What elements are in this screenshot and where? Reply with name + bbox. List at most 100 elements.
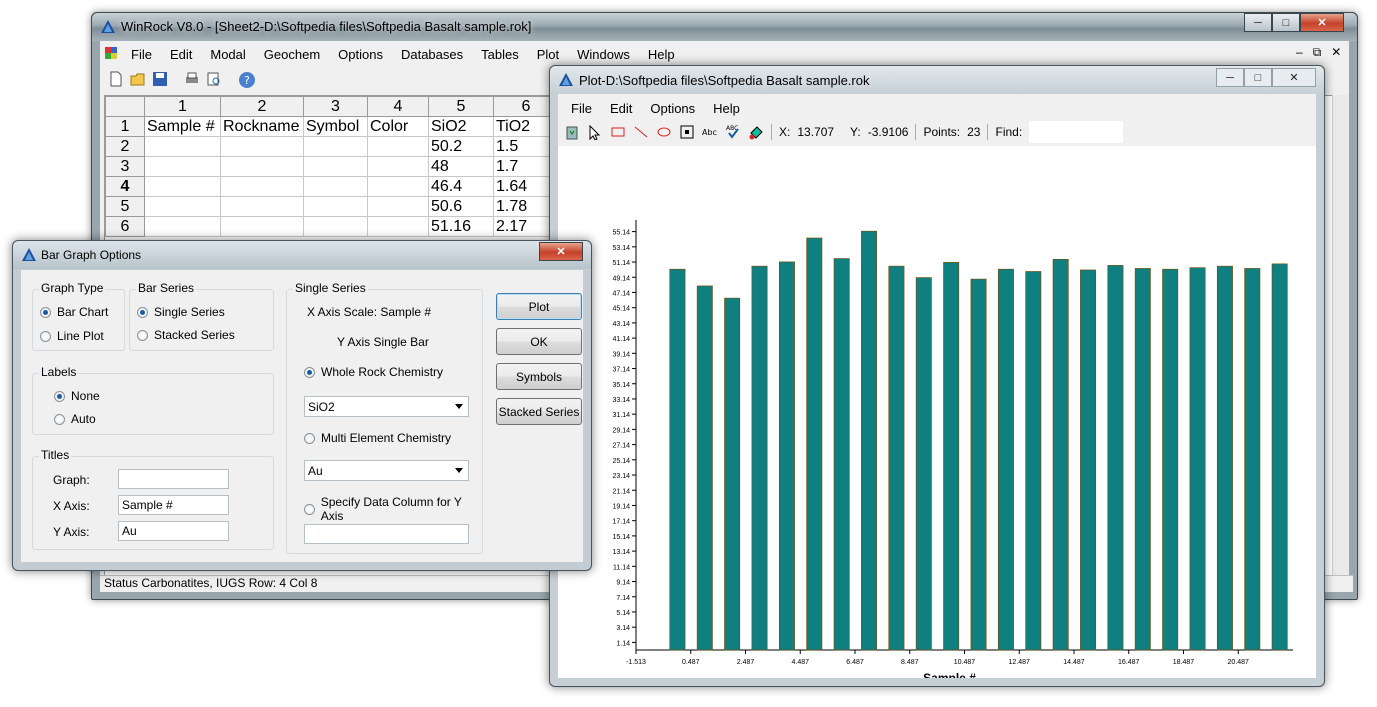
specify-column-input[interactable] (304, 524, 469, 544)
grid-cell[interactable] (303, 196, 368, 217)
radio-button[interactable] (40, 330, 51, 342)
menu-help[interactable]: Help (639, 47, 684, 62)
main-titlebar[interactable]: WinRock V8.0 - [Sheet2-D:\Softpedia file… (92, 13, 1357, 41)
radio-button[interactable] (137, 329, 148, 341)
radio-stacked-series[interactable]: Stacked Series (137, 328, 235, 342)
save-icon[interactable] (152, 71, 168, 87)
symbols-button[interactable]: Symbols (496, 363, 582, 390)
grid-cell[interactable] (220, 156, 304, 177)
grid-cell[interactable]: Rockname (220, 116, 304, 137)
grid-cell[interactable] (367, 176, 429, 197)
radio-button[interactable] (54, 390, 65, 402)
mdi-restore-icon[interactable]: ⧉ (1313, 45, 1322, 60)
menu-edit[interactable]: Edit (161, 47, 201, 62)
open-folder-icon[interactable] (130, 71, 146, 87)
row-header[interactable]: 6 (105, 216, 145, 237)
grid-cell[interactable]: 50.6 (428, 196, 494, 217)
radio-button[interactable] (304, 503, 315, 515)
text-abc-icon[interactable]: Abc (702, 124, 718, 140)
mdi-close-icon[interactable]: ✕ (1331, 45, 1341, 60)
color-fill-icon[interactable] (748, 124, 764, 140)
grid-cell[interactable]: Color (367, 116, 429, 137)
plot-button[interactable]: Plot (496, 293, 582, 320)
radio-labels-auto[interactable]: Auto (54, 412, 96, 426)
print-icon[interactable] (184, 71, 200, 87)
plot-maximize-button[interactable]: □ (1244, 68, 1272, 87)
spell-check-icon[interactable]: ABC (725, 124, 741, 140)
col-header[interactable]: 1 (144, 96, 221, 117)
menu-tables[interactable]: Tables (472, 47, 528, 62)
grid-corner[interactable] (105, 96, 145, 117)
grid-cell[interactable] (144, 196, 221, 217)
xaxis-title-input[interactable] (118, 495, 229, 515)
recycle-icon[interactable] (564, 124, 580, 140)
mdi-minimize-icon[interactable]: – (1296, 45, 1303, 60)
col-header[interactable]: 4 (367, 96, 429, 117)
bar-chart[interactable]: 55.14 53.14 51.14 49.14 47.14 45.14 43.14 41.14… (558, 146, 1316, 685)
col-header[interactable]: 5 (428, 96, 494, 117)
grid-cell[interactable] (220, 136, 304, 157)
find-input[interactable] (1029, 121, 1124, 143)
radio-button[interactable] (304, 432, 315, 444)
data-grid[interactable]: 1 2 3 4 5 6 1 Sample # Rockname Symbol C… (105, 96, 559, 237)
grid-cell[interactable] (144, 136, 221, 157)
radio-bar-chart[interactable]: Bar Chart (40, 305, 108, 319)
print-preview-icon[interactable] (206, 71, 222, 87)
plot-minimize-button[interactable]: ─ (1216, 68, 1244, 87)
grid-cell[interactable]: Sample # (144, 116, 221, 137)
line-icon[interactable] (633, 124, 649, 140)
col-header[interactable]: 2 (220, 96, 304, 117)
menu-databases[interactable]: Databases (392, 47, 472, 62)
menu-windows[interactable]: Windows (568, 47, 639, 62)
radio-button[interactable] (137, 306, 148, 318)
multi-element-select[interactable]: Au (304, 460, 469, 481)
frame-icon[interactable] (679, 124, 695, 140)
mdi-doc-icon[interactable] (100, 46, 122, 63)
pointer-icon[interactable] (587, 124, 603, 141)
ok-button[interactable]: OK (496, 328, 582, 355)
grid-cell[interactable] (220, 216, 304, 237)
grid-cell[interactable] (303, 156, 368, 177)
row-header[interactable]: 4 (105, 176, 145, 197)
plot-menu-file[interactable]: File (562, 101, 601, 116)
minimize-button[interactable]: ─ (1244, 13, 1272, 32)
grid-cell[interactable] (220, 196, 304, 217)
grid-cell[interactable] (367, 216, 429, 237)
radio-labels-none[interactable]: None (54, 389, 100, 403)
menu-options[interactable]: Options (329, 47, 392, 62)
radio-button[interactable] (40, 306, 51, 318)
grid-cell[interactable] (303, 136, 368, 157)
grid-cell[interactable] (220, 176, 304, 197)
plot-titlebar[interactable]: Plot-D:\Softpedia files\Softpedia Basalt… (550, 66, 1324, 94)
grid-cell[interactable]: 46.4 (428, 176, 494, 197)
grid-cell[interactable] (367, 156, 429, 177)
radio-line-plot[interactable]: Line Plot (40, 329, 104, 343)
maximize-button[interactable]: □ (1272, 13, 1300, 32)
menu-geochem[interactable]: Geochem (255, 47, 329, 62)
grid-cell[interactable]: 48 (428, 156, 494, 177)
plot-menu-edit[interactable]: Edit (601, 101, 641, 116)
plot-menu-help[interactable]: Help (704, 101, 749, 116)
grid-cell[interactable]: 50.2 (428, 136, 494, 157)
radio-button[interactable] (54, 413, 65, 425)
row-header[interactable]: 1 (105, 116, 145, 137)
grid-cell[interactable]: 51.16 (428, 216, 494, 237)
whole-rock-select[interactable]: SiO2 (304, 396, 469, 417)
grid-cell[interactable]: SiO2 (428, 116, 494, 137)
close-button[interactable]: ✕ (1300, 13, 1344, 32)
radio-multi-element[interactable]: Multi Element Chemistry (304, 431, 451, 445)
grid-cell[interactable]: Symbol (303, 116, 368, 137)
radio-button[interactable] (304, 366, 315, 378)
plot-close-button[interactable]: ✕ (1272, 68, 1316, 87)
grid-cell[interactable] (144, 216, 221, 237)
new-file-icon[interactable] (108, 71, 124, 87)
dialog-close-button[interactable]: ✕ (539, 242, 583, 261)
menu-plot[interactable]: Plot (528, 47, 568, 62)
graph-title-input[interactable] (118, 469, 229, 489)
radio-whole-rock[interactable]: Whole Rock Chemistry (304, 365, 443, 379)
ellipse-icon[interactable] (656, 124, 672, 140)
grid-cell[interactable] (144, 156, 221, 177)
grid-cell[interactable] (367, 136, 429, 157)
col-header[interactable]: 3 (303, 96, 368, 117)
menu-file[interactable]: File (122, 47, 161, 62)
